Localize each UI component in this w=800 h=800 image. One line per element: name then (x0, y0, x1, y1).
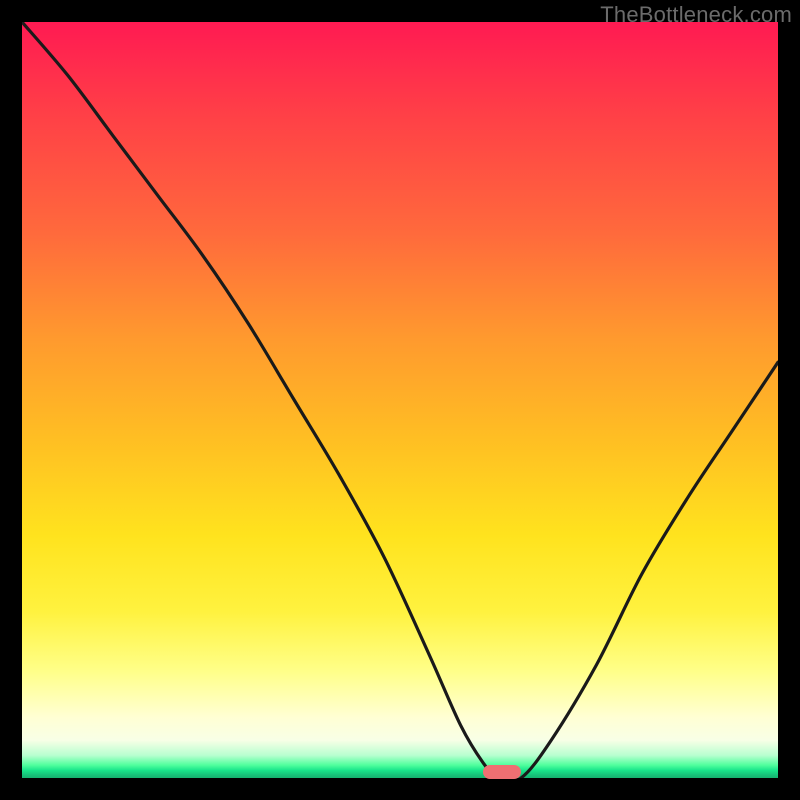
plot-area (22, 22, 778, 778)
bottleneck-curve (22, 22, 778, 778)
chart-frame: TheBottleneck.com (0, 0, 800, 800)
optimum-marker (483, 765, 521, 779)
curve-path (22, 22, 778, 778)
watermark-text: TheBottleneck.com (600, 2, 792, 28)
